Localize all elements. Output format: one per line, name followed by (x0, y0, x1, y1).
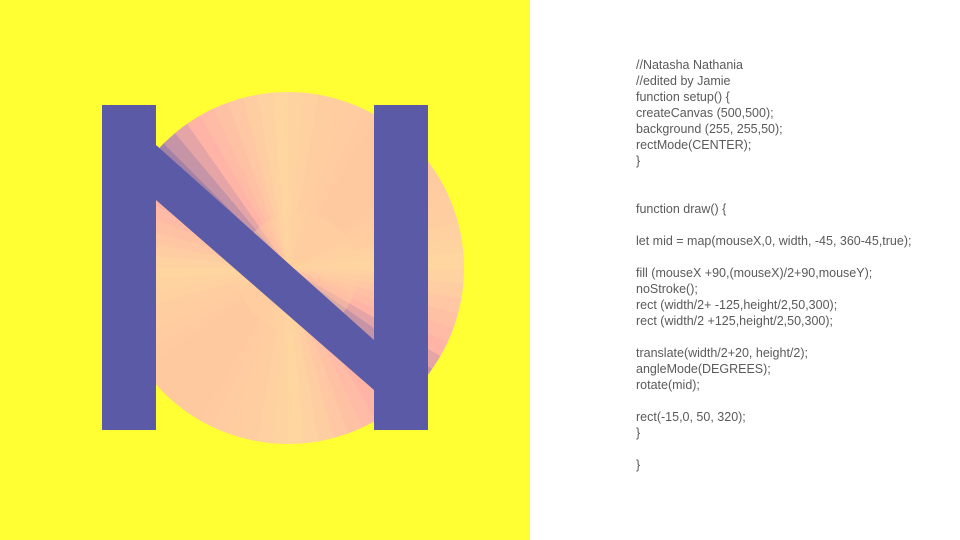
code-line: } (636, 154, 641, 168)
letter-n-left-bar (102, 105, 156, 430)
code-line: noStroke(); (636, 282, 698, 296)
sketch-svg (0, 0, 530, 540)
code-line: function setup() { (636, 90, 730, 104)
code-line: function draw() { (636, 202, 727, 216)
code-line: createCanvas (500,500); (636, 106, 774, 120)
code-line: rect(-15,0, 50, 320); (636, 410, 746, 424)
code-line: let mid = map(mouseX,0, width, -45, 360-… (636, 234, 912, 248)
code-line: rotate(mid); (636, 378, 700, 392)
sketch-canvas (0, 0, 530, 540)
code-line: fill (mouseX +90,(mouseX)/2+90,mouseY); (636, 266, 873, 280)
code-listing: //Natasha Nathania //edited by Jamie funct… (636, 57, 956, 473)
code-line: rect (width/2+ -125,height/2,50,300); (636, 298, 838, 312)
code-line: rectMode(CENTER); (636, 138, 752, 152)
slide: //Natasha Nathania //edited by Jamie funct… (0, 0, 960, 540)
code-line: background (255, 255,50); (636, 122, 783, 136)
code-line: } (636, 426, 641, 440)
letter-n-right-bar (374, 105, 428, 430)
code-line: translate(width/2+20, height/2); (636, 346, 808, 360)
code-line: //edited by Jamie (636, 74, 731, 88)
code-line: } (636, 458, 641, 472)
code-line: angleMode(DEGREES); (636, 362, 771, 376)
code-line: //Natasha Nathania (636, 58, 744, 72)
code-line: rect (width/2 +125,height/2,50,300); (636, 314, 834, 328)
